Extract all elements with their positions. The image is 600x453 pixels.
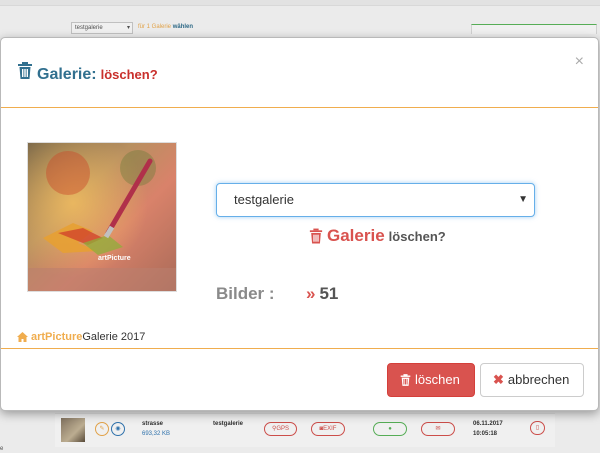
delete-gallery-word: Galerie xyxy=(327,226,385,245)
delete-confirmation-label: Galerie löschen? xyxy=(309,226,446,246)
thumbnail-caption: artPicture xyxy=(98,255,131,262)
modal-title-sub: löschen? xyxy=(100,67,158,82)
modal-title: Galerie: löschen? xyxy=(17,62,158,84)
home-icon xyxy=(17,332,28,342)
footer-brand: artPicture Galerie 2017 xyxy=(17,331,145,343)
trash-icon xyxy=(400,374,411,386)
brand-name: artPicture xyxy=(31,331,83,343)
caret-down-icon: ▼ xyxy=(518,194,528,205)
gallery-select[interactable]: testgalerie ▼ xyxy=(216,183,535,217)
gallery-thumbnail: artPicture xyxy=(27,142,177,292)
trash-icon xyxy=(18,62,32,79)
cancel-button[interactable]: ✖ abbrechen xyxy=(480,363,584,397)
modal-header: Galerie: löschen? × xyxy=(1,38,598,108)
brand-suffix: Galerie 2017 xyxy=(82,331,146,343)
delete-button-label: löschen xyxy=(415,372,460,387)
images-count: » 51 xyxy=(306,284,338,304)
double-chevron-icon: » xyxy=(306,284,316,303)
cancel-button-label: abbrechen xyxy=(507,372,570,387)
footer-divider xyxy=(1,348,598,349)
delete-gallery-modal: Galerie: löschen? × artPicture testgaler… xyxy=(0,37,599,411)
gallery-select-value: testgalerie xyxy=(234,192,294,207)
trash-icon xyxy=(309,228,323,244)
times-icon: ✖ xyxy=(493,372,504,387)
images-count-value: 51 xyxy=(319,284,339,303)
delete-button[interactable]: löschen xyxy=(387,363,475,397)
close-icon[interactable]: × xyxy=(575,54,584,70)
delete-question: löschen? xyxy=(388,229,446,244)
images-label: Bilder : xyxy=(216,284,275,303)
modal-title-main: Galerie: xyxy=(37,66,97,83)
